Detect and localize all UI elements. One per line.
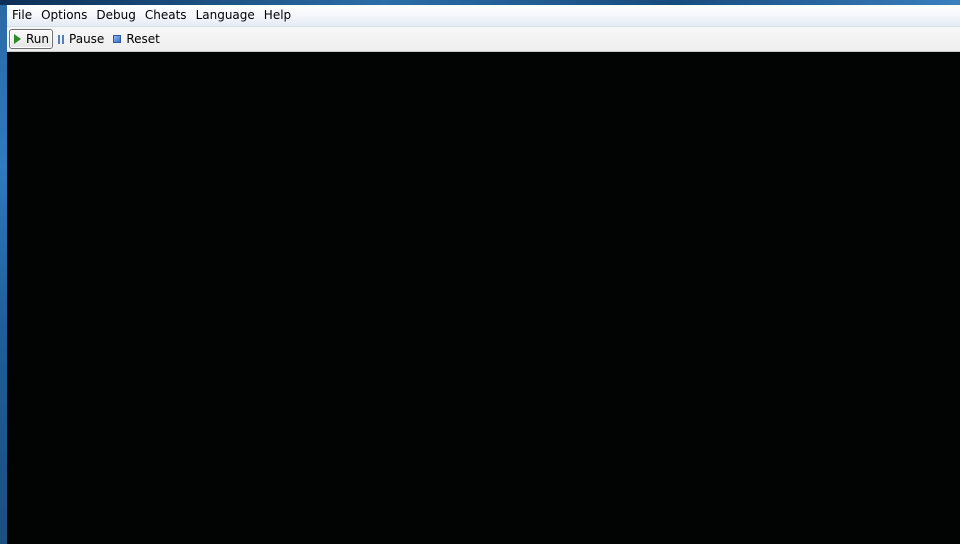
pause-button[interactable]: Pause (54, 29, 108, 49)
pause-button-label: Pause (69, 32, 105, 46)
reset-button[interactable]: Reset (109, 29, 164, 49)
emulator-window: File Options Debug Cheats Language Help … (7, 5, 960, 544)
menu-cheats[interactable]: Cheats (140, 6, 191, 25)
stop-icon (113, 35, 122, 43)
pause-icon (58, 34, 65, 44)
menu-options[interactable]: Options (37, 6, 92, 25)
emulator-display[interactable] (7, 52, 960, 544)
window-left-frame (0, 5, 7, 544)
run-button[interactable]: Run (9, 29, 54, 49)
menu-file[interactable]: File (7, 6, 37, 25)
reset-button-label: Reset (126, 32, 160, 46)
menu-bar: File Options Debug Cheats Language Help (7, 5, 960, 27)
run-button-label: Run (26, 32, 50, 46)
menu-language[interactable]: Language (191, 6, 259, 25)
toolbar: Run Pause Reset (7, 27, 960, 52)
menu-help[interactable]: Help (259, 6, 295, 25)
menu-debug[interactable]: Debug (92, 6, 140, 25)
play-icon (14, 34, 21, 44)
